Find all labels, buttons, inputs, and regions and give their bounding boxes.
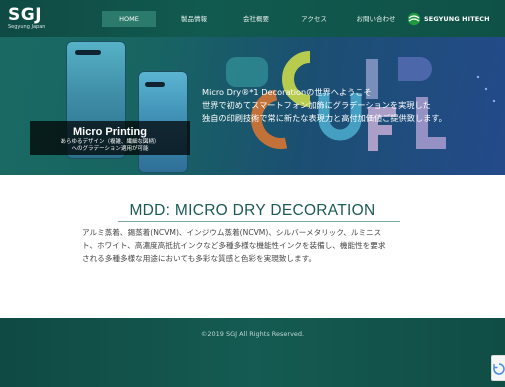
caption-line: あらゆるデザイン（複雑、繊細な図柄） [60,139,160,145]
hero-banner: Micro Dry®*1 Decorationの世界へようこそ 世界で初めてスマ… [0,37,505,175]
hero-line: 世界で初めてスマートフォン加飾にグラデーションを実現した [202,100,431,110]
site-logo[interactable]: SGJ Segyung Japan [8,6,45,30]
site-header: SGJ Segyung Japan HOME 製品情報 会社概要 アクセス お問… [0,0,505,42]
caption-title: Micro Printing [73,126,147,138]
main-nav: HOME 製品情報 会社概要 アクセス お問い合わせ [102,11,404,27]
brand-name: SEGYUNG HITECH [424,15,490,23]
brand-globe-icon [407,12,421,26]
site-footer: ©2019 SGJ All Rights Reserved. [0,318,505,387]
nav-company[interactable]: 会社概要 [230,11,282,27]
recaptcha-icon [493,363,505,375]
body-line: される多種多様な用途においても多彩な質感と色彩を実現致します。 [82,254,317,263]
caption-line: へのグラデーション適用が可能 [71,146,149,152]
section-heading: MDD: MICRO DRY DECORATION [129,202,376,219]
recaptcha-badge[interactable] [491,355,505,381]
micro-printing-caption: Micro Printing あらゆるデザイン（複雑、繊細な図柄） へのグラデー… [30,121,190,155]
nav-home[interactable]: HOME [102,11,156,27]
nav-products[interactable]: 製品情報 [166,11,222,27]
copyright-text: ©2019 SGJ All Rights Reserved. [200,330,305,338]
nav-contact[interactable]: お問い合わせ [348,11,404,27]
nav-access[interactable]: アクセス [290,11,338,27]
heading-divider [118,221,400,222]
body-line: ト、ホワイト、高濃度高抵抗インクなど多種多様な機能性インクを装備し、機能性を要求 [82,241,386,250]
hero-line: Micro Dry®*1 Decorationの世界へようこそ [202,87,372,97]
logo-subtitle: Segyung Japan [8,24,46,30]
body-line: アルミ蒸着、錫蒸着(NCVM)、インジウム蒸着(NCVM)、シルバーメタリック、… [82,228,382,237]
logo-mark: SGJ [8,5,43,25]
hero-tagline: Micro Dry®*1 Decorationの世界へようこそ 世界で初めてスマ… [202,86,492,125]
brand-logo[interactable]: SEGYUNG HITECH [407,11,490,27]
section-body: アルミ蒸着、錫蒸着(NCVM)、インジウム蒸着(NCVM)、シルバーメタリック、… [82,226,427,265]
hero-line: 独自の印刷技術で常に新たな表現力と高付加価値ご提供致します。 [202,113,447,123]
